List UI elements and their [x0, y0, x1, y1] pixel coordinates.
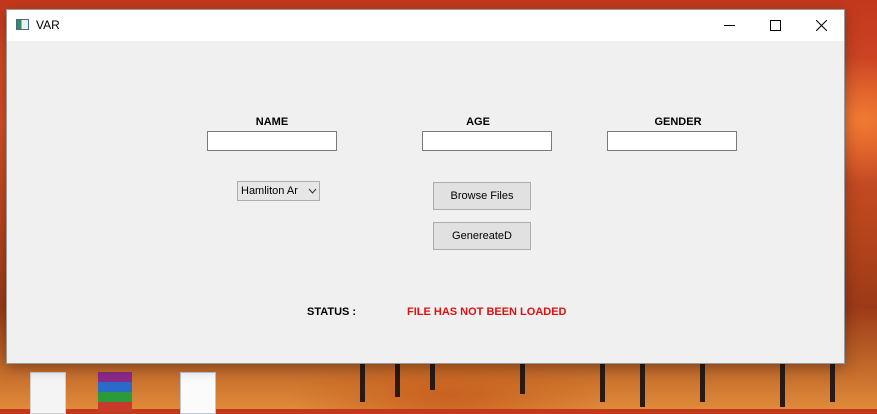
status-label: STATUS : [307, 306, 357, 318]
close-button[interactable] [798, 10, 844, 41]
minimize-button[interactable] [706, 10, 752, 41]
app-icon [16, 19, 29, 30]
maximize-button[interactable] [752, 10, 798, 41]
age-input[interactable] [422, 131, 552, 151]
window-title: VAR [36, 18, 60, 32]
generate-button[interactable]: GenereateD [433, 222, 531, 250]
desktop-file-icon[interactable] [30, 372, 66, 414]
minimize-icon [723, 25, 735, 26]
maximize-icon [769, 20, 781, 31]
browse-files-button[interactable]: Browse Files [433, 182, 531, 210]
gender-input[interactable] [607, 131, 737, 151]
title-bar[interactable]: VAR [7, 10, 844, 41]
location-dropdown[interactable]: Hamliton Ar [237, 181, 320, 201]
name-label: NAME [255, 116, 289, 128]
desktop-winrar-icon[interactable] [98, 372, 132, 412]
name-input[interactable] [207, 131, 337, 151]
close-icon [815, 20, 827, 31]
chevron-down-icon [305, 186, 319, 196]
app-window: VAR NAME AGE GENDER Hamliton Ar Browse F… [7, 10, 844, 363]
desktop-document-icon[interactable] [180, 372, 216, 414]
status-value: FILE HAS NOT BEEN LOADED [407, 306, 567, 318]
dropdown-selected-value: Hamliton Ar [241, 185, 298, 197]
age-label: AGE [466, 116, 490, 128]
gender-label: GENDER [654, 116, 702, 128]
